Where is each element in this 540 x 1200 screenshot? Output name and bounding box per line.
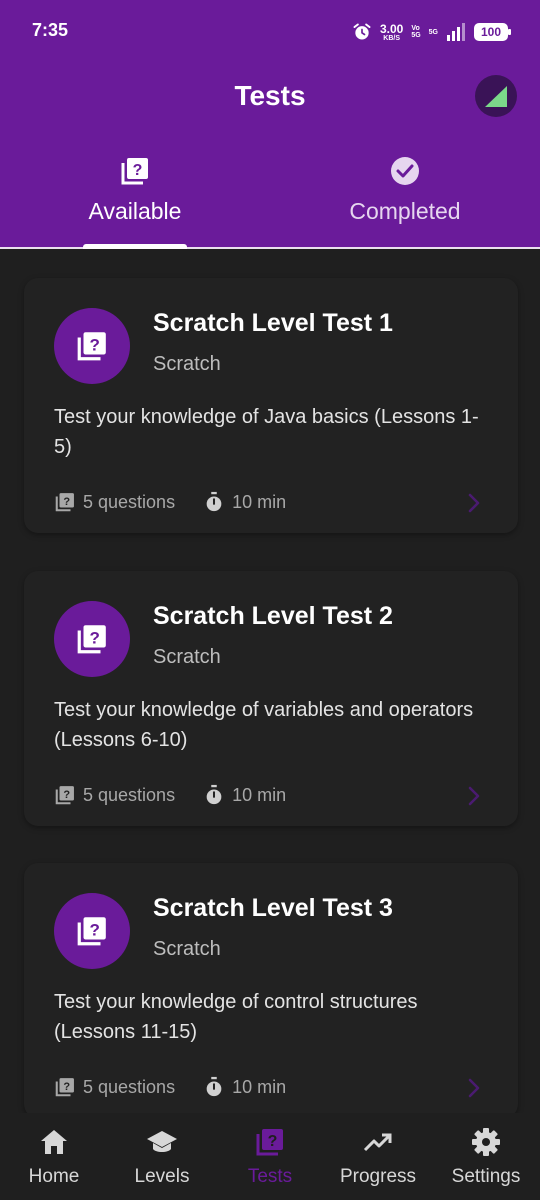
tab-divider (0, 247, 540, 249)
nav-tests-label: Tests (247, 1166, 293, 1187)
test-duration: 10 min (232, 491, 287, 512)
test-subtitle: Scratch (153, 646, 221, 668)
timer-icon (206, 1076, 222, 1097)
tab-available[interactable]: ? Available (0, 155, 270, 225)
tab-completed[interactable]: Completed (270, 155, 540, 225)
svg-text:?: ? (89, 335, 99, 354)
nav-settings-label: Settings (451, 1166, 521, 1187)
status-icons: 3.00 KB/S Vo 5G 5G 100 (352, 20, 511, 44)
test-title: Scratch Level Test 3 (153, 894, 393, 922)
avatar[interactable] (475, 75, 517, 117)
nav-settings[interactable]: Settings (432, 1113, 540, 1200)
tab-completed-label: Completed (349, 198, 461, 224)
nav-levels[interactable]: Levels (108, 1113, 216, 1200)
network-type: 5G (428, 28, 438, 36)
gear-icon (472, 1128, 500, 1156)
quiz-icon: ? (256, 1129, 283, 1156)
nav-home-label: Home (28, 1166, 80, 1187)
question-count: 5 questions (83, 784, 176, 805)
quiz-icon: ? (77, 917, 106, 946)
test-description: Test your knowledge of Java basics (Less… (54, 406, 479, 458)
svg-text:?: ? (89, 628, 99, 647)
battery-icon: 100 (474, 23, 511, 41)
tab-indicator (83, 244, 187, 249)
tab-available-label: Available (88, 198, 182, 224)
nav-levels-label: Levels (134, 1166, 190, 1187)
svg-text:?: ? (268, 1133, 278, 1150)
timer-icon (206, 784, 222, 805)
quiz-icon: ? (121, 158, 148, 185)
svg-text:?: ? (63, 789, 70, 801)
svg-text:?: ? (89, 920, 99, 939)
question-count: 5 questions (83, 1076, 176, 1097)
test-subtitle: Scratch (153, 938, 221, 960)
avatar-image (485, 86, 507, 107)
test-meta: ? 5 questions 10 min (54, 1075, 286, 1099)
signal-icon (447, 23, 465, 41)
quiz-icon: ? (55, 786, 74, 805)
test-card[interactable]: ? Scratch Level Test 2 Scratch Test your… (24, 571, 518, 826)
bottom-nav: Home Levels ? Tests Progress Settings (0, 1113, 540, 1200)
nav-progress[interactable]: Progress (324, 1113, 432, 1200)
trending-up-icon (363, 1133, 392, 1152)
status-time: 7:35 (32, 20, 69, 40)
test-meta: ? 5 questions 10 min (54, 783, 286, 807)
timer-icon (206, 491, 222, 512)
home-icon (41, 1130, 67, 1154)
test-icon-badge: ? (54, 601, 130, 677)
test-duration: 10 min (232, 1076, 287, 1097)
question-count: 5 questions (83, 491, 176, 512)
quiz-icon: ? (77, 625, 106, 654)
chevron-right-icon[interactable] (464, 492, 484, 514)
quiz-icon: ? (55, 493, 74, 512)
nav-home[interactable]: Home (0, 1113, 108, 1200)
chevron-right-icon[interactable] (464, 1077, 484, 1099)
app-bar: 7:35 3.00 KB/S Vo 5G 5G 100 Tests ? Avai… (0, 0, 540, 249)
svg-text:?: ? (63, 1081, 70, 1093)
check-circle-icon (391, 157, 419, 185)
page-title: Tests (234, 80, 306, 111)
svg-text:?: ? (133, 162, 143, 179)
test-card[interactable]: ? Scratch Level Test 3 Scratch Test your… (24, 863, 518, 1118)
test-subtitle: Scratch (153, 353, 221, 375)
nav-progress-label: Progress (339, 1166, 417, 1187)
svg-text:?: ? (63, 496, 70, 508)
nav-tests[interactable]: ? Tests (216, 1113, 324, 1200)
alarm-icon (353, 23, 371, 40)
test-title: Scratch Level Test 1 (153, 309, 393, 337)
quiz-icon: ? (55, 1078, 74, 1097)
status-bar: 7:35 3.00 KB/S Vo 5G 5G 100 (0, 0, 540, 62)
test-title: Scratch Level Test 2 (153, 602, 393, 630)
test-card[interactable]: ? Scratch Level Test 1 Scratch Test your… (24, 278, 518, 533)
test-description: Test your knowledge of control structure… (54, 991, 418, 1043)
chevron-right-icon[interactable] (464, 785, 484, 807)
test-icon-badge: ? (54, 308, 130, 384)
quiz-icon: ? (77, 332, 106, 361)
test-icon-badge: ? (54, 893, 130, 969)
test-description: Test your knowledge of variables and ope… (54, 699, 474, 751)
volte-indicator: Vo 5G (411, 25, 421, 39)
school-icon (147, 1131, 177, 1152)
test-meta: ? 5 questions 10 min (54, 490, 286, 514)
test-duration: 10 min (232, 784, 287, 805)
net-speed: 3.00 KB/S (379, 21, 404, 42)
